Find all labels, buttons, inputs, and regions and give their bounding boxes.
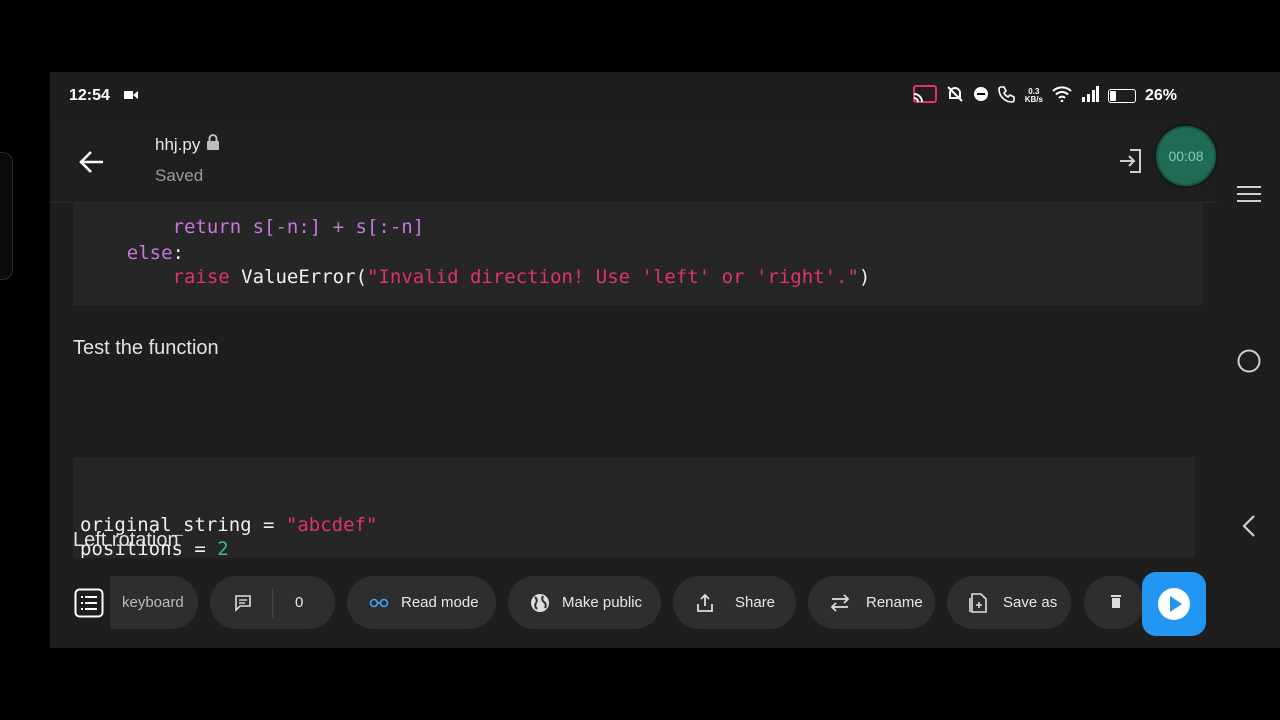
bottom-toolbar: keyboard 0 Read mode Make public Share R…: [50, 558, 1218, 648]
comments-chip[interactable]: 0: [210, 576, 335, 629]
share-button[interactable]: Share: [673, 576, 796, 629]
battery-icon: [1107, 89, 1136, 103]
exit-button[interactable]: [1118, 148, 1142, 174]
delete-button[interactable]: [1084, 576, 1144, 629]
back-nav[interactable]: [1218, 514, 1280, 538]
status-bar: 12:54 0.3 KB/s 26%: [50, 72, 1218, 120]
save-as-button[interactable]: Save as: [947, 576, 1071, 629]
read-mode-button[interactable]: Read mode: [347, 576, 496, 629]
list-icon: [74, 588, 104, 618]
login-icon: [1120, 149, 1141, 173]
wifi-calling-icon: [997, 85, 1016, 108]
arrow-left-icon: [79, 151, 103, 173]
app-window: 12:54 0.3 KB/s 26% hhj.py Saved 00:08 re…: [50, 72, 1218, 648]
code-line-original-string: original_string = "abcdef": [80, 514, 378, 536]
markdown-heading-left-rotation: Left rotation: [73, 529, 179, 551]
play-icon: [1158, 588, 1190, 620]
recording-timer[interactable]: 00:08: [1156, 126, 1216, 186]
code-cell-1[interactable]: return s[-n:] + s[:-n] else: raise Value…: [73, 203, 1203, 305]
save-copy-icon: [969, 592, 987, 613]
recents-nav[interactable]: [1218, 184, 1280, 204]
signal-icon: [1081, 85, 1099, 107]
do-not-disturb-icon: [973, 86, 989, 107]
video-camera-icon: [123, 87, 138, 105]
file-name[interactable]: hhj.py: [155, 135, 200, 155]
swap-arrows-icon: [830, 593, 850, 612]
notebook-content[interactable]: return s[-n:] + s[:-n] else: raise Value…: [50, 203, 1218, 558]
run-button[interactable]: [1142, 572, 1206, 636]
file-title-row: hhj.py: [155, 134, 220, 155]
chip-divider: [272, 587, 273, 618]
system-navigation-bar: [1218, 72, 1280, 648]
code-line-raise: raise ValueError("Invalid direction! Use…: [172, 266, 871, 288]
cast-icon: [912, 84, 937, 108]
home-nav[interactable]: [1218, 348, 1280, 374]
code-line-return: return s[-n:] + s[:-n]: [81, 216, 425, 238]
share-upload-icon: [695, 593, 715, 613]
globe-icon: [530, 593, 550, 613]
code-cell-2[interactable]: original_string = "abcdef" positions = 2: [73, 457, 1195, 558]
battery-percent: 26%: [1144, 87, 1177, 104]
network-speed: 0.3 KB/s: [1024, 87, 1043, 104]
make-public-button[interactable]: Make public: [508, 576, 661, 629]
keyboard-chip[interactable]: keyboard: [110, 576, 198, 629]
chevron-left-icon: [1242, 515, 1255, 537]
status-time: 12:54: [69, 87, 110, 104]
markdown-heading-test: Test the function: [73, 337, 219, 359]
menu-lines-icon: [1237, 186, 1261, 202]
comments-count: 0: [295, 594, 304, 611]
code-line-positions: positions = 2: [80, 538, 229, 558]
lock-icon: [206, 134, 220, 155]
device-screen: 12:54 0.3 KB/s 26% hhj.py Saved 00:08 re…: [50, 72, 1280, 648]
back-button[interactable]: [78, 148, 106, 176]
save-status: Saved: [155, 166, 204, 185]
side-edge: [0, 152, 13, 280]
code-line-else: else:: [126, 242, 184, 264]
mute-bell-icon: [946, 85, 964, 108]
rename-button[interactable]: Rename: [808, 576, 935, 629]
wifi-icon: [1052, 85, 1072, 107]
editor-header: hhj.py Saved 00:08: [50, 120, 1218, 203]
home-circle-icon: [1237, 349, 1261, 373]
trash-icon: [1110, 594, 1122, 612]
recording-time: 00:08: [1168, 148, 1204, 164]
glasses-icon: [369, 598, 389, 608]
comment-icon: [234, 594, 252, 612]
table-of-contents-button[interactable]: [74, 588, 104, 618]
